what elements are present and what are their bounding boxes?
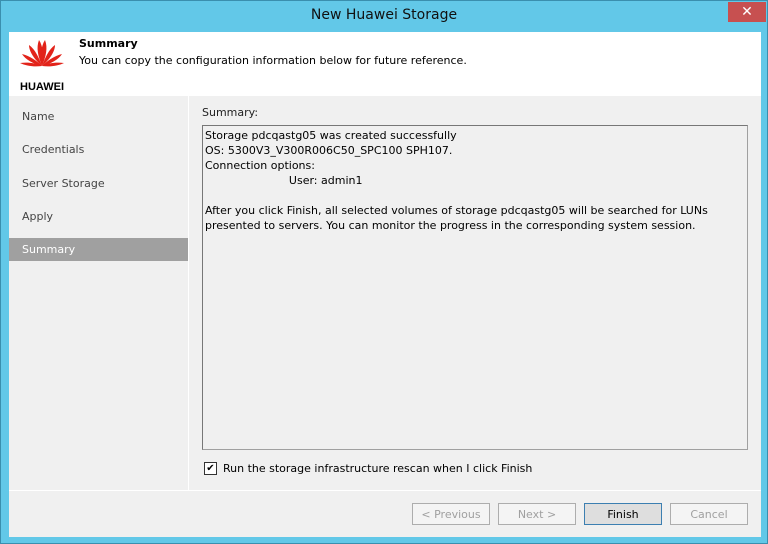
wizard-client: HUAWEI Summary You can copy the configur…: [9, 32, 761, 537]
window-title: New Huawei Storage: [310, 7, 458, 23]
step-apply[interactable]: Apply: [9, 205, 188, 228]
rescan-label: Run the storage infrastructure rescan wh…: [223, 462, 533, 475]
rescan-checkbox[interactable]: ✔ Run the storage infrastructure rescan …: [204, 462, 532, 475]
next-button[interactable]: Next >: [498, 503, 576, 525]
summary-panel: Summary: Storage pdcqastg05 was created …: [189, 96, 761, 490]
step-credentials[interactable]: Credentials: [9, 138, 188, 161]
cancel-button[interactable]: Cancel: [670, 503, 748, 525]
checkmark-icon[interactable]: ✔: [204, 462, 217, 475]
step-description: You can copy the configuration informati…: [79, 54, 467, 67]
finish-button[interactable]: Finish: [584, 503, 662, 525]
step-summary[interactable]: Summary: [9, 238, 188, 261]
step-name[interactable]: Name: [9, 105, 188, 128]
step-server-storage[interactable]: Server Storage: [9, 172, 188, 195]
step-title: Summary: [79, 37, 138, 50]
wizard-header: HUAWEI Summary You can copy the configur…: [9, 32, 761, 96]
summary-textbox[interactable]: Storage pdcqastg05 was created successfu…: [202, 125, 748, 450]
close-button[interactable]: ✕: [728, 2, 766, 22]
huawei-logo: HUAWEI: [15, 36, 69, 93]
summary-label: Summary:: [202, 106, 259, 119]
wizard-steps: Name Credentials Server Storage Apply Su…: [9, 96, 189, 490]
logo-text: HUAWEI: [20, 81, 64, 92]
wizard-window: New Huawei Storage ✕ HUAWEI Summary You …: [0, 0, 768, 544]
wizard-footer: < Previous Next > Finish Cancel: [9, 490, 761, 538]
previous-button[interactable]: < Previous: [412, 503, 490, 525]
